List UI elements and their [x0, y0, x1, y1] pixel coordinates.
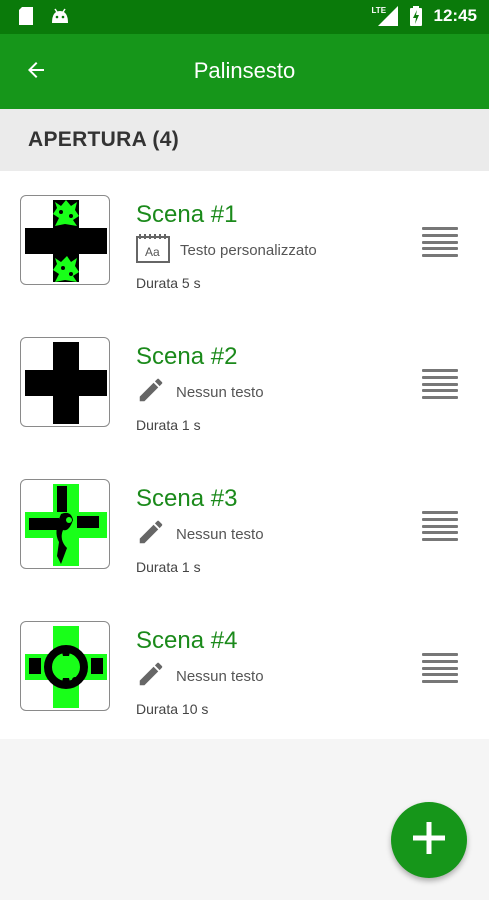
scene-text-row: Aa Testo personalizzato	[136, 233, 317, 268]
scene-duration: Durata 1 s	[136, 559, 201, 575]
scene-text-label: Nessun testo	[176, 526, 264, 543]
scene-item-2[interactable]: Scena #2 Nessun testo Durata 1 s	[0, 313, 489, 455]
scene-text-label: Nessun testo	[176, 668, 264, 685]
pencil-icon	[136, 517, 166, 552]
signal-icon: LTE	[372, 6, 398, 26]
scene-title: Scena #2	[136, 343, 238, 370]
network-type: LTE	[371, 6, 387, 15]
section-title: APERTURA (4)	[28, 128, 179, 151]
scene-thumbnail	[20, 195, 110, 285]
scene-item-4[interactable]: Scena #4 Nessun testo Durata 10 s	[0, 597, 489, 739]
status-bar: LTE 12:45	[0, 0, 489, 34]
drag-handle-icon[interactable]	[422, 653, 458, 683]
drag-handle-icon[interactable]	[422, 511, 458, 541]
clock: 12:45	[433, 6, 477, 25]
scene-text-label: Testo personalizzato	[180, 242, 317, 259]
battery-charging-icon	[406, 6, 426, 26]
scene-duration: Durata 10 s	[136, 701, 209, 717]
scene-thumbnail	[20, 621, 110, 711]
scene-title: Scena #4	[136, 627, 238, 654]
scene-thumbnail	[20, 337, 110, 427]
scene-title: Scena #1	[136, 201, 238, 228]
pencil-icon	[136, 375, 166, 410]
page-title: Palinsesto	[193, 58, 296, 83]
plus-icon	[411, 820, 447, 861]
drag-handle-icon[interactable]	[422, 227, 458, 257]
status-bar-right: LTE 12:45	[372, 6, 477, 26]
scene-text-row: Nessun testo	[136, 659, 264, 694]
status-bar-left	[16, 6, 70, 26]
text-style-icon: Aa	[136, 233, 170, 268]
drag-handle-icon[interactable]	[422, 369, 458, 399]
scene-list: Scena #1 Aa Testo personalizzato Durata …	[0, 171, 489, 739]
android-icon	[50, 6, 70, 26]
app-bar: Palinsesto	[0, 34, 489, 109]
scene-duration: Durata 1 s	[136, 417, 201, 433]
sd-card-icon	[16, 6, 36, 26]
scene-item-1[interactable]: Scena #1 Aa Testo personalizzato Durata …	[0, 171, 489, 313]
pencil-icon	[136, 659, 166, 694]
scene-thumbnail	[20, 479, 110, 569]
add-scene-button[interactable]	[391, 802, 467, 878]
scene-title: Scena #3	[136, 485, 238, 512]
scene-item-3[interactable]: Scena #3 Nessun testo Durata 1 s	[0, 455, 489, 597]
scene-duration: Durata 5 s	[136, 275, 201, 291]
scene-text-label: Nessun testo	[176, 384, 264, 401]
scene-text-row: Nessun testo	[136, 375, 264, 410]
section-header: APERTURA (4)	[0, 109, 489, 171]
svg-text:Aa: Aa	[145, 245, 160, 259]
scene-text-row: Nessun testo	[136, 517, 264, 552]
